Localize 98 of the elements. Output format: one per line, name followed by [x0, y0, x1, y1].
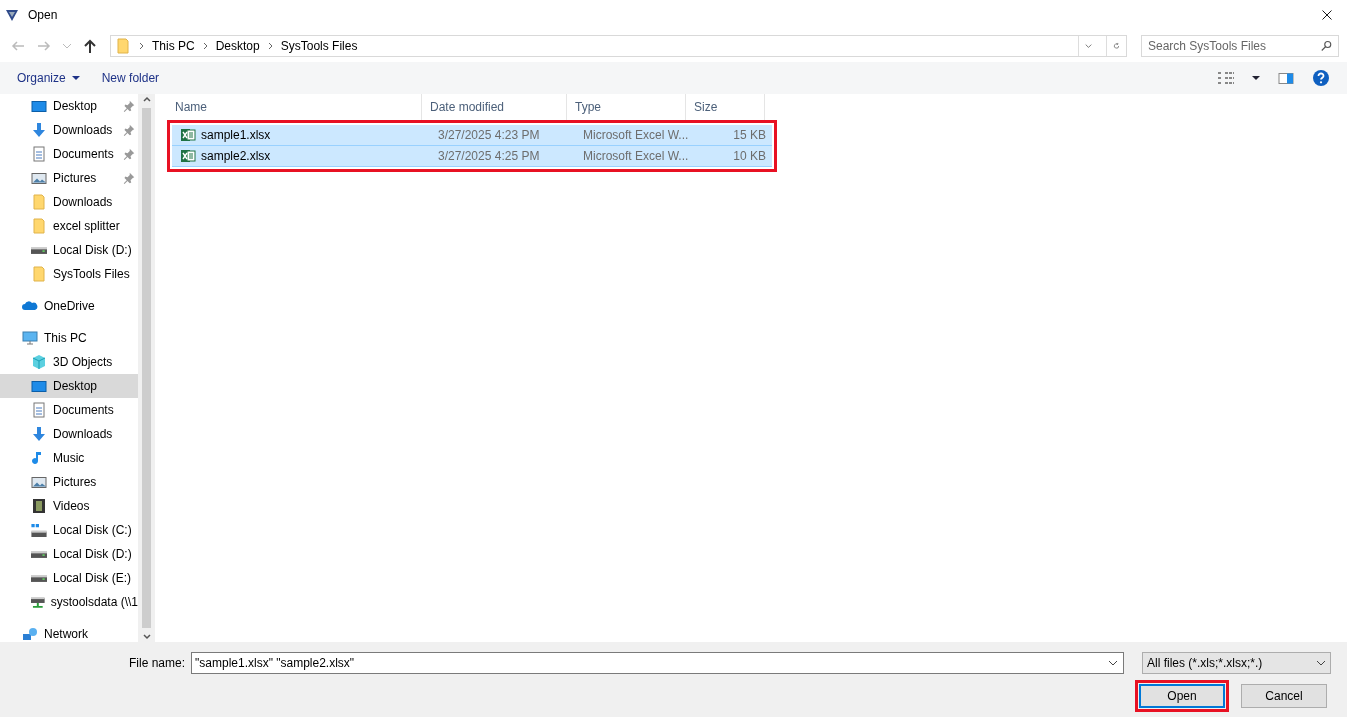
monitor-icon — [31, 380, 47, 392]
spreadsheet-icon — [180, 148, 196, 164]
file-name: sample1.xlsx — [172, 127, 430, 143]
date-modified: 3/27/2025 4:23 PM — [437, 128, 541, 142]
sidebar-item[interactable]: Local Disk (D:) — [0, 238, 138, 262]
network-icon — [22, 626, 38, 642]
network-drive-icon — [31, 596, 45, 608]
scrollbar[interactable] — [138, 94, 155, 642]
caret-icon — [1108, 660, 1118, 666]
sidebar-item[interactable]: systoolsdata (\\1 — [0, 590, 138, 614]
file-type: Microsoft Excel W... — [582, 128, 690, 142]
drive-icon — [31, 523, 47, 537]
sidebar-item[interactable]: Music — [0, 446, 138, 470]
sidebar-item[interactable]: Local Disk (E:) — [0, 566, 138, 590]
sidebar-item[interactable]: Videos — [0, 494, 138, 518]
address-bar[interactable]: This PC Desktop SysTools Files — [110, 35, 1127, 57]
caret-icon — [1252, 76, 1260, 80]
sidebar-item[interactable]: SysTools Files — [0, 262, 138, 286]
file-row[interactable]: sample1.xlsx 3/27/2025 4:23 PM Microsoft Excel W... 15 KB — [172, 125, 772, 146]
monitor-icon — [31, 100, 47, 112]
organize-button[interactable]: Organize — [17, 71, 80, 85]
file-name: sample2.xlsx — [172, 148, 430, 164]
file-type-dropdown[interactable]: All files (*.xls;*.xlsx;*.) — [1142, 652, 1331, 674]
sidebar-item[interactable]: 3D Objects — [0, 350, 138, 374]
breadcrumb[interactable]: Desktop — [215, 39, 260, 53]
pin-icon — [123, 100, 135, 112]
close-icon — [1321, 9, 1333, 21]
drive-icon — [31, 550, 47, 558]
computer-icon — [22, 330, 38, 346]
drive-icon — [31, 246, 47, 254]
sidebar-item[interactable]: Documents — [0, 398, 138, 422]
folder-icon — [31, 266, 47, 282]
caret-icon — [1085, 43, 1092, 49]
file-size: 10 KB — [732, 149, 766, 163]
sidebar-item[interactable]: Downloads — [0, 190, 138, 214]
spreadsheet-icon — [180, 127, 196, 143]
new-folder-button[interactable]: New folder — [101, 71, 160, 85]
file-row[interactable]: sample2.xlsx 3/27/2025 4:25 PM Microsoft Excel W... 10 KB — [172, 146, 772, 167]
drive-icon — [31, 574, 47, 582]
sidebar-item[interactable]: Downloads — [0, 118, 138, 142]
date-modified: 3/27/2025 4:25 PM — [437, 149, 541, 163]
refresh-icon — [1113, 40, 1120, 52]
window-title: Open — [28, 8, 58, 22]
pin-icon — [123, 124, 135, 136]
view-list-icon — [1216, 70, 1234, 86]
pin-icon — [123, 148, 135, 160]
pin-icon — [123, 172, 135, 184]
caret-icon — [1316, 660, 1326, 666]
column-header[interactable]: Type — [567, 94, 686, 120]
picture-icon — [31, 476, 47, 488]
search-icon — [1321, 40, 1333, 52]
sidebar-item[interactable]: Desktop — [0, 94, 138, 118]
sidebar-item[interactable]: Downloads — [0, 422, 138, 446]
sidebar-item[interactable]: Pictures — [0, 166, 138, 190]
sidebar-item[interactable]: Documents — [0, 142, 138, 166]
sidebar-item[interactable]: OneDrive — [0, 294, 138, 318]
history-dropdown[interactable] — [60, 41, 74, 51]
cube-icon — [31, 354, 47, 370]
preview-pane-icon — [1278, 72, 1294, 84]
sidebar-item[interactable]: Desktop — [0, 374, 138, 398]
cloud-icon — [22, 301, 38, 311]
column-header[interactable]: Name — [167, 94, 422, 120]
picture-icon — [31, 172, 47, 184]
scroll-down-icon — [141, 632, 152, 642]
download-arrow-icon — [31, 426, 47, 442]
file-name-field[interactable]: "sample1.xlsx" "sample2.xlsx" — [191, 652, 1124, 674]
open-button[interactable]: Open — [1139, 684, 1225, 708]
column-header[interactable]: Date modified — [422, 94, 567, 120]
document-icon — [31, 402, 47, 418]
caret-icon — [62, 43, 72, 49]
file-type: Microsoft Excel W... — [582, 149, 690, 163]
folder-icon — [31, 218, 47, 234]
cancel-button[interactable]: Cancel — [1241, 684, 1327, 708]
help-icon — [1312, 69, 1330, 87]
file-name-label: File name: — [129, 656, 186, 670]
folder-icon — [115, 38, 131, 54]
app-logo-icon — [4, 7, 20, 23]
document-icon — [31, 146, 47, 162]
up-arrow-icon — [82, 38, 98, 54]
film-icon — [31, 498, 47, 514]
sidebar-item[interactable]: This PC — [0, 326, 138, 350]
breadcrumb[interactable]: SysTools Files — [280, 39, 358, 53]
search-field[interactable]: Search SysTools Files — [1141, 35, 1339, 57]
folder-icon — [31, 194, 47, 210]
breadcrumb[interactable]: This PC — [152, 39, 195, 53]
scroll-up-icon — [141, 94, 152, 104]
chevron-icon — [267, 42, 273, 50]
sidebar-item[interactable]: Network — [0, 622, 138, 642]
sidebar-item[interactable]: Local Disk (C:) — [0, 518, 138, 542]
chevron-icon — [202, 42, 208, 50]
sidebar-item[interactable]: Pictures — [0, 470, 138, 494]
file-size: 15 KB — [732, 128, 766, 142]
column-header[interactable]: Size — [686, 94, 765, 120]
sidebar-item[interactable]: excel splitter — [0, 214, 138, 238]
sidebar-item[interactable]: Local Disk (D:) — [0, 542, 138, 566]
caret-icon — [71, 76, 80, 80]
download-arrow-icon — [31, 122, 47, 138]
chevron-icon — [139, 42, 144, 50]
